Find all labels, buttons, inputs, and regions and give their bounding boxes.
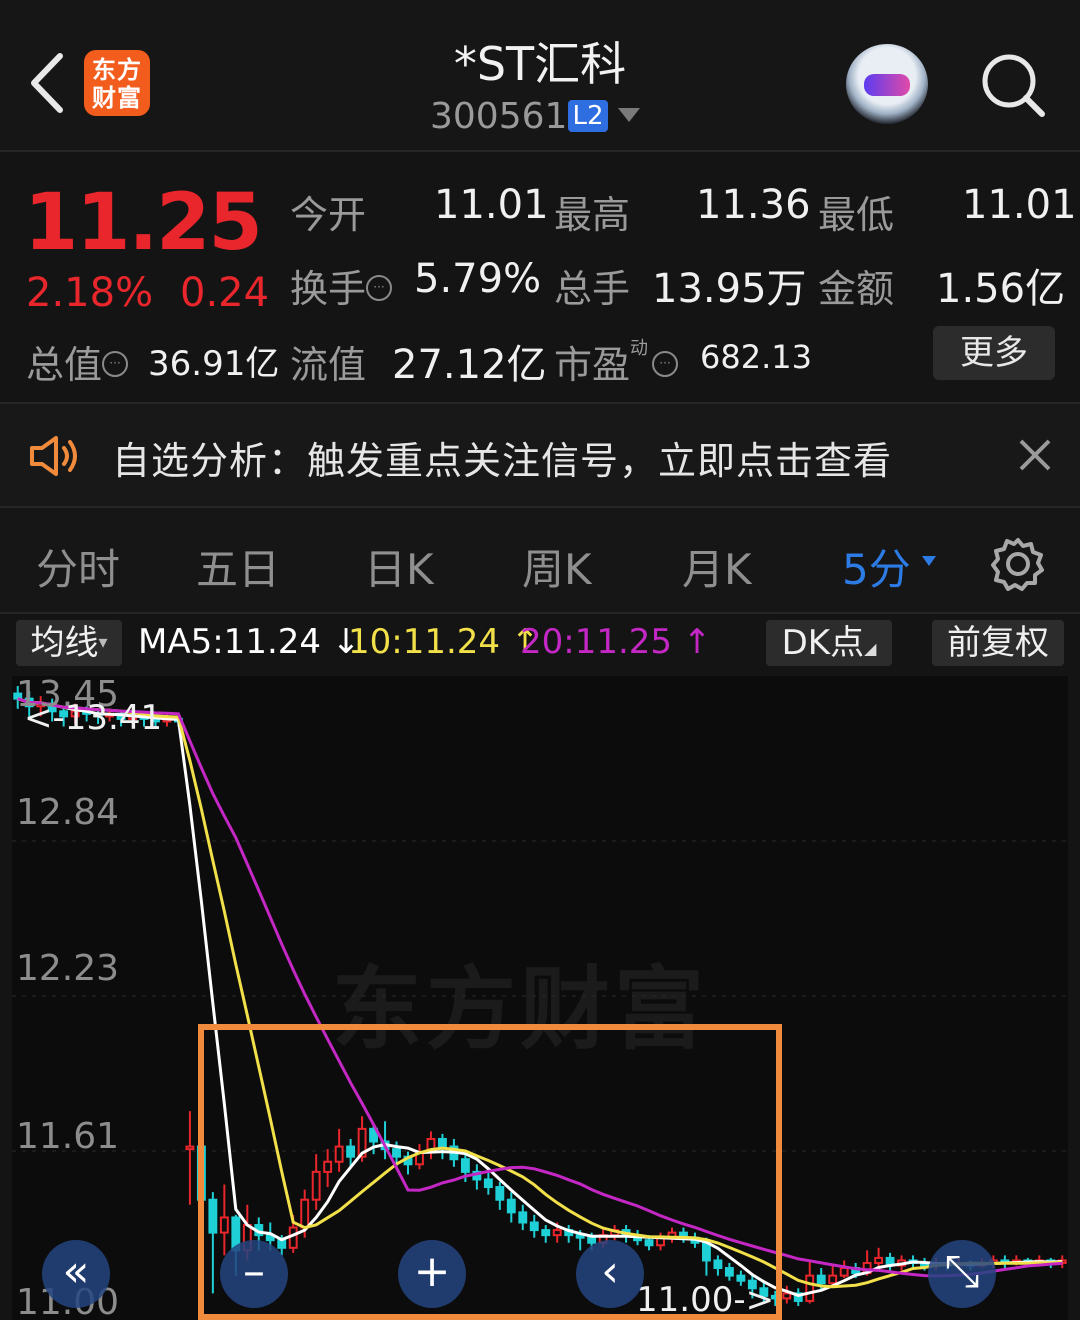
- dk-point-button[interactable]: DK点◢: [766, 620, 892, 666]
- indicator-row: 均线▾ MA5:11.24 ↓ 10:11.24 ↑ 20:11.25 ↑ DK…: [0, 614, 1080, 674]
- top-bar: 东方 财富 *ST汇科 300561 L2: [0, 0, 1080, 152]
- tab-five-day[interactable]: 五日: [196, 536, 280, 597]
- chevron-down-icon[interactable]: [618, 108, 640, 122]
- avg-line-label: 均线: [30, 623, 99, 663]
- total-cap-value: 36.91亿: [148, 344, 280, 384]
- notice-text[interactable]: 自选分析：触发重点关注信号，立即点击查看: [112, 430, 892, 485]
- candle-body: [185, 1145, 195, 1151]
- tab-intraday[interactable]: 分时: [36, 536, 120, 597]
- amount-label: 金额: [818, 267, 895, 311]
- float-cap-label: 流值: [290, 343, 367, 387]
- high-value: 11.36: [696, 182, 811, 228]
- ma5-value: MA5:11.24 ↓: [138, 622, 361, 662]
- stock-code[interactable]: 300561: [430, 96, 567, 137]
- dk-point-label: DK点: [781, 623, 865, 663]
- search-icon[interactable]: [978, 50, 1048, 120]
- total-cap-label: 总值 ···: [26, 334, 129, 389]
- corner-caret-icon: ◢: [864, 639, 877, 658]
- candle-body: [874, 1256, 884, 1264]
- candle-body: [805, 1274, 815, 1302]
- tab-monthly-k[interactable]: 月K: [682, 536, 752, 597]
- pe-value: 682.13: [700, 338, 812, 376]
- info-icon[interactable]: ···: [102, 350, 129, 377]
- high-marker: <-13.41: [24, 698, 163, 738]
- left-arrow-icon[interactable]: ‹: [576, 1240, 644, 1308]
- zoom-in-icon[interactable]: +: [398, 1240, 466, 1308]
- zoom-out-icon[interactable]: –: [220, 1240, 288, 1308]
- expand-icon[interactable]: ⤡: [928, 1240, 996, 1308]
- quote-panel: 11.25 2.18% 0.24 今开 11.01 最高 11.36 最低 11…: [0, 152, 1080, 404]
- level2-badge[interactable]: L2: [568, 100, 608, 132]
- close-icon[interactable]: [1018, 438, 1052, 472]
- avg-line-button[interactable]: 均线▾: [16, 620, 122, 666]
- turnover-label: 换手 ···: [290, 258, 393, 313]
- period-tabs: 分时 五日 日K 周K 月K 5分: [0, 508, 1080, 614]
- notice-bar[interactable]: 自选分析：触发重点关注信号，立即点击查看: [0, 404, 1080, 508]
- tab-daily-k[interactable]: 日K: [364, 536, 434, 597]
- last-price: 11.25: [24, 178, 263, 268]
- float-cap-value: 27.12亿: [392, 342, 547, 388]
- total-cap-label-text: 总值: [26, 343, 103, 387]
- double-left-icon[interactable]: «: [42, 1240, 110, 1308]
- low-label: 最低: [818, 193, 895, 237]
- chevron-down-icon: ▾: [98, 632, 108, 653]
- turnover-label-text: 换手: [290, 267, 367, 311]
- amount-value: 1.56亿: [936, 266, 1066, 312]
- open-value: 11.01: [434, 182, 549, 228]
- adjust-button[interactable]: 前复权: [932, 620, 1064, 666]
- chevron-down-icon[interactable]: [922, 556, 936, 566]
- pe-superscript: 动: [630, 338, 649, 359]
- candle-body: [828, 1274, 838, 1285]
- pe-label: 市盈动···: [554, 334, 679, 389]
- change-amount: 0.24: [180, 270, 270, 316]
- ma20-value: 20:11.25 ↑: [520, 622, 712, 662]
- tab-5min[interactable]: 5分: [842, 536, 911, 597]
- ma10-value: 10:11.24 ↑: [348, 622, 540, 662]
- avatar-robot-icon[interactable]: [846, 44, 928, 124]
- candle-body: [782, 1292, 792, 1300]
- y-tick-label: 12.23: [16, 948, 120, 989]
- more-button[interactable]: 更多: [933, 326, 1055, 380]
- volume-value: 13.95万: [652, 266, 807, 312]
- speaker-icon: [30, 436, 77, 476]
- gear-icon[interactable]: [990, 536, 1046, 592]
- y-tick-label: 11.61: [16, 1116, 120, 1157]
- turnover-value: 5.79%: [414, 256, 542, 302]
- candle-body: [816, 1274, 826, 1285]
- tab-weekly-k[interactable]: 周K: [522, 536, 592, 597]
- info-icon[interactable]: ···: [652, 350, 679, 377]
- y-tick-label: 12.84: [16, 792, 120, 833]
- kline-chart[interactable]: 东方财富 13.45 12.84 12.23 11.61 11.00 <-13.…: [12, 676, 1068, 1320]
- high-label: 最高: [554, 193, 631, 237]
- low-value: 11.01: [962, 182, 1077, 228]
- volume-label: 总手: [554, 267, 631, 311]
- open-label: 今开: [290, 193, 367, 237]
- pe-label-text: 市盈: [554, 343, 631, 387]
- change-percent: 2.18%: [26, 270, 154, 316]
- info-icon[interactable]: ···: [366, 274, 393, 301]
- candle-body: [839, 1267, 849, 1277]
